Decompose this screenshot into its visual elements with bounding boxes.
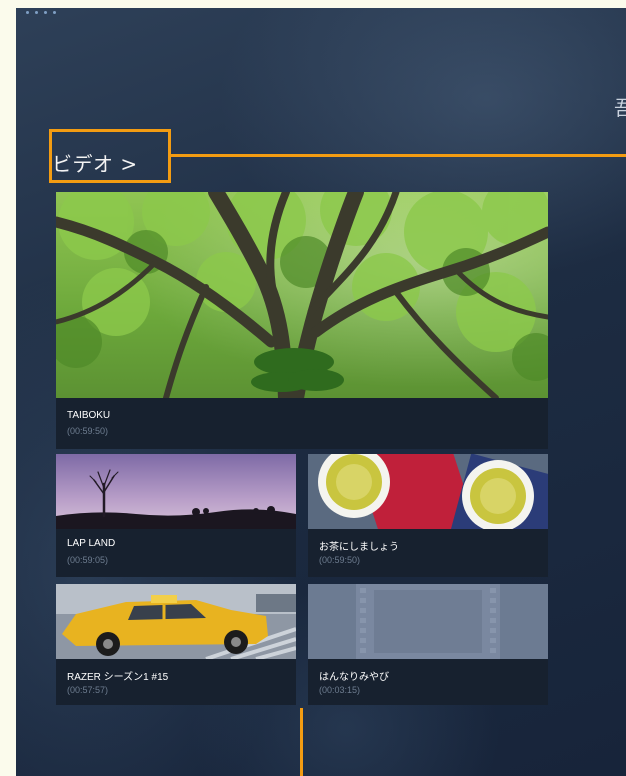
video-duration: (00:59:50) [67,426,109,436]
video-duration: (00:59:50) [319,555,361,565]
video-duration: (00:03:15) [319,685,361,695]
video-tile-hannari[interactable]: はんなりみやび (00:03:15) [308,584,548,705]
video-tile-lap-land[interactable]: LAP LAND (00:59:05) [56,454,296,577]
yellow-taxi-thumbnail [56,584,296,659]
film-placeholder-thumbnail [308,584,548,659]
dot [53,11,56,14]
header-highlight-box [49,129,171,183]
callout-line-vertical [300,708,303,776]
video-duration: (00:57:57) [67,685,109,695]
dot [44,11,47,14]
next-section-title[interactable]: 吾 [614,92,626,121]
video-tile-taiboku[interactable]: TAIBOKU (00:59:50) [56,192,548,449]
green-tea-cups-thumbnail [308,454,548,529]
video-tile-razer[interactable]: RAZER シーズン1 #15 (00:57:57) [56,584,296,705]
dot [35,11,38,14]
purple-sky-tree-thumbnail [56,454,296,529]
loading-dots [26,11,56,14]
video-title: お茶にしましょう [319,542,399,553]
tree-canopy-thumbnail [56,192,548,398]
video-title: TAIBOKU [67,410,111,421]
video-title: RAZER シーズン1 #15 [67,672,169,683]
video-tile-ocha[interactable]: お茶にしましょう (00:59:50) [308,454,548,577]
video-title: はんなりみやび [319,672,389,683]
dot [26,11,29,14]
video-title: LAP LAND [67,538,116,549]
callout-line-horizontal [171,154,626,157]
video-duration: (00:59:05) [67,555,109,565]
